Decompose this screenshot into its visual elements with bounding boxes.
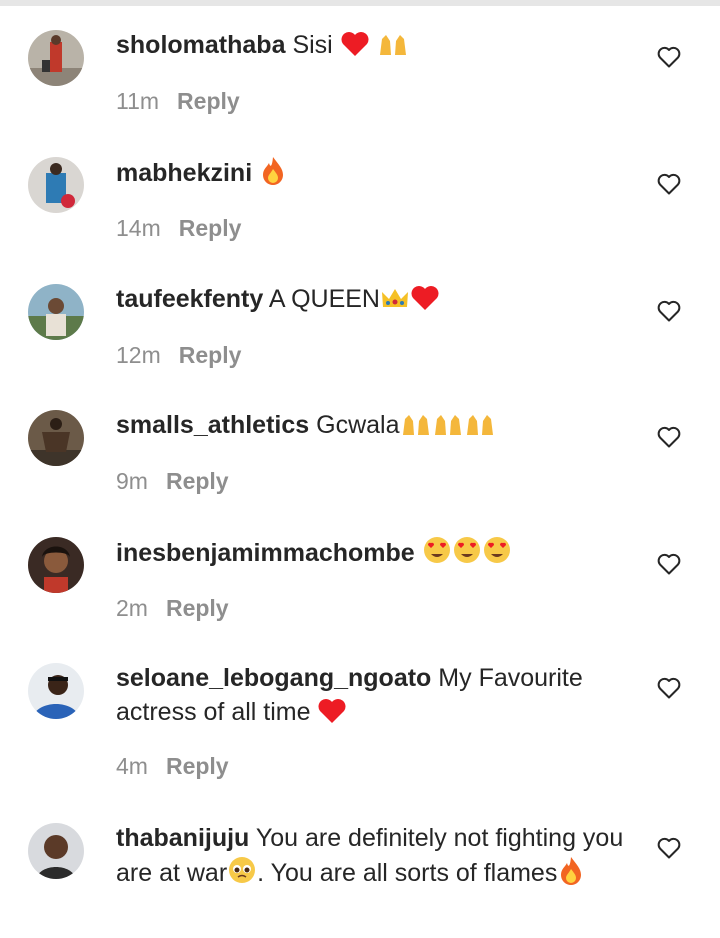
comment-meta: 2m Reply: [116, 595, 229, 622]
comment-time: 12m: [116, 342, 161, 368]
user-avatar[interactable]: [28, 823, 84, 879]
like-button[interactable]: [657, 173, 681, 195]
like-button[interactable]: [657, 426, 681, 448]
comment-time: 4m: [116, 753, 148, 779]
top-divider: [0, 0, 720, 6]
heart-eyes-emoji-icon: [482, 535, 512, 574]
heart-eyes-emoji-icon: [422, 535, 452, 574]
heart-outline-icon: [657, 46, 681, 68]
heart-eyes-emoji-icon: [452, 535, 482, 574]
user-avatar[interactable]: [28, 30, 84, 86]
comment-meta: 12m Reply: [116, 342, 241, 369]
comment-body-continued: . You are all sorts of flames: [257, 859, 558, 887]
comment-time: 2m: [116, 595, 148, 621]
comment-text: seloane_lebogang_ngoato My Favourite act…: [116, 661, 636, 733]
user-avatar[interactable]: [28, 157, 84, 213]
heart-outline-icon: [657, 300, 681, 322]
like-button[interactable]: [657, 553, 681, 575]
like-button[interactable]: [657, 46, 681, 68]
comment-text: thabanijuju You are definitely not fight…: [116, 821, 636, 894]
comment-text: inesbenjamimmachombe: [116, 535, 636, 574]
comment-body: Gcwala: [316, 411, 400, 439]
heart-emoji-icon: [410, 285, 440, 320]
comment-time: 14m: [116, 215, 161, 241]
comment-text: taufeekfenty A QUEEN: [116, 282, 636, 320]
crown-emoji-icon: [380, 285, 410, 320]
reply-button[interactable]: Reply: [177, 88, 240, 114]
heart-outline-icon: [657, 677, 681, 699]
comment-body: A QUEEN: [268, 285, 380, 313]
comment-time: 9m: [116, 468, 148, 494]
fire-emoji-icon: [557, 855, 585, 894]
comment-text: mabhekzini: [116, 155, 636, 194]
pleading-face-emoji-icon: [227, 855, 257, 894]
heart-outline-icon: [657, 553, 681, 575]
user-avatar[interactable]: [28, 663, 84, 719]
comment-body: Sisi: [292, 31, 333, 59]
heart-outline-icon: [657, 426, 681, 448]
heart-emoji-icon: [340, 31, 370, 66]
comment-meta: 4m Reply: [116, 753, 229, 780]
reply-button[interactable]: Reply: [179, 215, 242, 241]
comment-username[interactable]: thabanijuju: [116, 824, 249, 852]
heart-outline-icon: [657, 837, 681, 859]
reply-button[interactable]: Reply: [166, 595, 229, 621]
user-avatar[interactable]: [28, 410, 84, 466]
user-avatar[interactable]: [28, 284, 84, 340]
like-button[interactable]: [657, 300, 681, 322]
raising-hands-emoji-icon: [464, 411, 496, 446]
raising-hands-emoji-icon: [400, 411, 432, 446]
comment-text: sholomathaba Sisi: [116, 28, 636, 66]
comment-meta: 14m Reply: [116, 215, 241, 242]
reply-button[interactable]: Reply: [179, 342, 242, 368]
user-avatar[interactable]: [28, 537, 84, 593]
comment-meta: 11m Reply: [116, 88, 240, 115]
comment-username[interactable]: smalls_athletics: [116, 411, 309, 439]
comment-meta: 9m Reply: [116, 468, 229, 495]
raising-hands-emoji-icon: [432, 411, 464, 446]
reply-button[interactable]: Reply: [166, 468, 229, 494]
comment-time: 11m: [116, 88, 160, 114]
like-button[interactable]: [657, 677, 681, 699]
heart-outline-icon: [657, 173, 681, 195]
comment-username[interactable]: sholomathaba: [116, 31, 285, 59]
like-button[interactable]: [657, 837, 681, 859]
reply-button[interactable]: Reply: [166, 753, 229, 779]
comment-text: smalls_athletics Gcwala: [116, 408, 636, 446]
comment-username[interactable]: taufeekfenty: [116, 285, 263, 313]
comment-username[interactable]: mabhekzini: [116, 159, 252, 187]
fire-emoji-icon: [259, 155, 287, 194]
comment-username[interactable]: seloane_lebogang_ngoato: [116, 664, 431, 692]
raising-hands-emoji-icon: [377, 31, 409, 66]
heart-emoji-icon: [317, 698, 347, 733]
comment-username[interactable]: inesbenjamimmachombe: [116, 539, 415, 567]
